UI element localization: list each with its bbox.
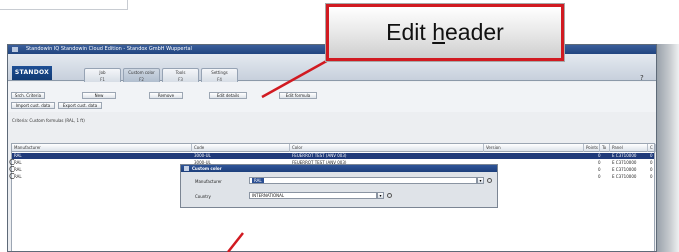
table-row[interactable]: RAL 3000-UL FEUERROT TEST (ANV 003) 0 E … [12, 153, 654, 159]
callout-text-end: eader [445, 19, 504, 45]
window-shadow [657, 44, 679, 252]
callout-text-start: Edit [386, 19, 433, 45]
cell-c: 0 [650, 160, 653, 165]
custom-color-dialog: Custom color Manufacturer RAL ▾ Country … [180, 164, 498, 208]
column-header[interactable]: To [600, 144, 610, 152]
cell-c: 0 [650, 174, 653, 179]
dialog-icon [184, 166, 189, 171]
tab-label: Settings [211, 70, 228, 75]
help-icon[interactable]: ? [640, 74, 644, 82]
cell-version [484, 174, 584, 180]
cell-points: 0 [598, 167, 601, 172]
window-title: Standowin IQ Standowin Cloud Edition - S… [26, 46, 192, 52]
edit-details-button[interactable]: Edit details [209, 92, 247, 99]
cell-manufacturer: RAL [14, 167, 22, 172]
standox-logo: STANDOX [12, 66, 52, 80]
new-button[interactable]: New [82, 92, 116, 99]
dialog-title: Custom color [192, 166, 222, 171]
edit-header-callout: Edit header [326, 4, 564, 61]
table-header: Manufacturer Code Color Version Points T… [12, 144, 656, 152]
toolbar: Srch. Criteria New Remove Edit details E… [8, 82, 656, 112]
cell-manufacturer: RAL [14, 153, 22, 158]
tab-label: Job [99, 70, 106, 75]
country-field[interactable]: INTERNATIONAL [249, 192, 377, 199]
tab-label: Custom color [128, 70, 155, 75]
country-label: Country [195, 194, 211, 199]
column-header[interactable]: Manufacturer [12, 144, 192, 152]
cell-code: 3000-UL [194, 153, 211, 158]
manufacturer-value: RAL [252, 178, 264, 183]
manufacturer-field[interactable]: RAL [249, 177, 477, 184]
dialog-title-bar: Custom color [181, 165, 497, 172]
export-button[interactable]: Export cust. data [58, 102, 102, 109]
import-button[interactable]: Import cust. data [11, 102, 55, 109]
column-header[interactable]: C [648, 144, 656, 152]
column-header[interactable]: Code [192, 144, 290, 152]
tab-label: Tools [175, 70, 186, 75]
cell-manufacturer: RAL [14, 174, 22, 179]
cell-points: 0 [598, 153, 601, 158]
cell-points: 0 [598, 160, 601, 165]
column-header[interactable]: Panel [610, 144, 648, 152]
app-window: Standowin IQ Standowin Cloud Edition - S… [7, 44, 657, 252]
column-header[interactable]: Version [484, 144, 584, 152]
cell-points: 0 [598, 174, 601, 179]
country-info-icon[interactable] [387, 193, 392, 198]
cell-version [484, 160, 584, 166]
cell-manufacturer: RAL [14, 160, 22, 165]
cell-c: 0 [650, 167, 653, 172]
criteria-text: Criteria: Custom formulas (RAL, 1 ft) [12, 118, 85, 123]
cell-version [484, 153, 584, 159]
background-window [0, 0, 128, 10]
edit-formula-button[interactable]: Edit formula [279, 92, 317, 99]
cell-c: 0 [650, 153, 653, 158]
column-header[interactable]: Points [584, 144, 600, 152]
search-criteria-button[interactable]: Srch. Criteria [11, 92, 45, 99]
app-icon [12, 47, 18, 52]
cell-panel: E C3710000 [612, 153, 637, 158]
column-header[interactable]: Color [290, 144, 484, 152]
cell-panel: E C3710000 [612, 174, 637, 179]
country-dropdown-icon[interactable]: ▾ [377, 192, 384, 199]
manufacturer-label: Manufacturer [195, 179, 222, 184]
cell-panel: E C3710000 [612, 160, 637, 165]
cell-version [484, 167, 584, 173]
manufacturer-dropdown-icon[interactable]: ▾ [477, 177, 484, 184]
manufacturer-info-icon[interactable] [487, 178, 492, 183]
remove-button[interactable]: Remove [149, 92, 183, 99]
callout-text-underlined: h [432, 19, 445, 45]
callout-text: Edit header [329, 7, 561, 58]
cell-color: FEUERROT TEST (ANV 003) [292, 153, 347, 158]
cell-panel: E C3710000 [612, 167, 637, 172]
